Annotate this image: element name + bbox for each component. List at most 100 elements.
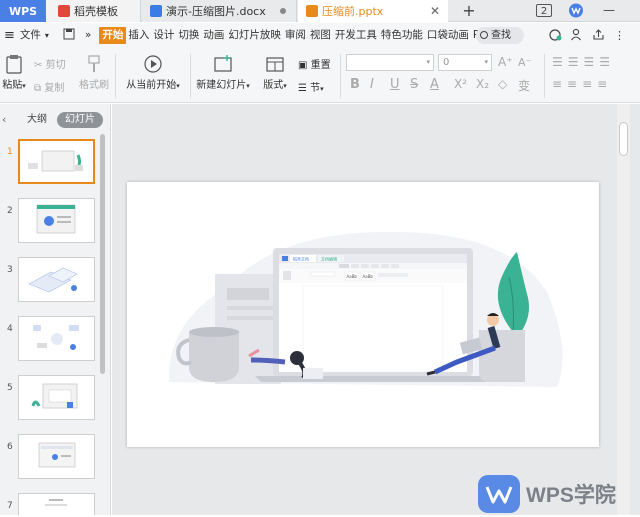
ribbon-divider	[115, 54, 116, 98]
decrease-font-icon[interactable]: A⁻	[518, 56, 531, 69]
chevron-down-icon: ▾	[426, 58, 430, 66]
search-button[interactable]: 查找	[476, 27, 524, 44]
menu-animation[interactable]: 动画	[201, 23, 226, 48]
slide-number: 3	[7, 265, 13, 275]
dropdown-arrow-icon[interactable]: ▾	[45, 31, 49, 40]
title-bar: WPS 稻壳模板 演示-压缩图片.docx 压缩前.pptx ✕ + 2 —	[0, 0, 640, 22]
search-icon	[480, 31, 488, 39]
clear-format-icon[interactable]: ◇	[498, 77, 507, 91]
start-from-current-label: 从当前开始	[126, 80, 177, 91]
menu-transition[interactable]: 切换	[176, 23, 201, 48]
slide-number: 2	[7, 206, 13, 216]
more-options-icon[interactable]: ⋮	[614, 29, 625, 42]
slide-thumbnail[interactable]	[18, 257, 95, 302]
increase-font-icon[interactable]: A⁺	[498, 55, 513, 69]
slide-thumbnail[interactable]	[18, 375, 95, 420]
section-button[interactable]: ☰ 节▾	[298, 79, 324, 94]
subscript-icon[interactable]: X₂	[476, 77, 489, 91]
slide-illustration: 稻壳文档 文档编辑 AaBb AaBb	[168, 231, 563, 387]
collaborator-icon[interactable]	[570, 28, 583, 44]
new-tab-button[interactable]: +	[458, 0, 480, 22]
close-tab-icon[interactable]: ✕	[430, 4, 440, 18]
change-case-button[interactable]: 变	[518, 77, 530, 94]
list-format-icons[interactable]: ☰☰☰☰	[552, 55, 615, 69]
slide-thumbnail[interactable]	[18, 316, 95, 361]
tab-outline[interactable]: 大纲	[22, 112, 52, 128]
search-label: 查找	[491, 30, 511, 41]
start-from-current-button[interactable]: 从当前开始▾	[122, 54, 184, 91]
mock-tab-2: 文档编辑	[321, 256, 337, 262]
underline-button[interactable]: U	[390, 77, 400, 92]
mock-style-2: AaBb	[363, 274, 374, 279]
align-icons[interactable]: ≡≡≡≡	[552, 77, 612, 91]
menu-pocket-animation[interactable]: 口袋动画	[425, 23, 471, 48]
slide-number: 1	[7, 147, 13, 157]
menu-developer[interactable]: 开发工具	[333, 23, 379, 48]
slide-number: 6	[7, 442, 13, 452]
mock-tab-1: 稻壳文档	[293, 256, 309, 262]
watermark-text: WPS学院	[526, 483, 616, 507]
minimize-icon[interactable]: —	[602, 3, 616, 18]
tab-label: 稻壳模板	[74, 5, 118, 18]
word-doc-icon	[150, 5, 162, 17]
new-slide-button[interactable]: 新建幻灯片▾	[194, 54, 252, 91]
copy-button[interactable]: ⧉ 复制	[34, 79, 64, 94]
save-icon[interactable]	[63, 28, 75, 43]
slide-editing-area[interactable]: 稻壳文档 文档编辑 AaBb AaBb	[112, 104, 640, 515]
layout-label: 版式	[263, 80, 284, 91]
slides-panel: ‹ 大纲 幻灯片 1 2 3 4 5 6 7	[0, 104, 111, 515]
presentation-icon	[306, 5, 318, 17]
ribbon-toolbar: 粘贴▾ ✂ 剪切 ⧉ 复制 格式刷 从当前开始▾ 新建幻灯片▾ 版式▾ ▣ 重置…	[0, 48, 640, 103]
format-painter-label: 格式刷	[79, 80, 109, 91]
font-color-button[interactable]: A	[430, 77, 439, 92]
share-icon[interactable]	[592, 28, 605, 44]
slide-thumbnail[interactable]	[18, 493, 95, 515]
menu-features[interactable]: 特色功能	[379, 23, 425, 48]
superscript-icon[interactable]: X²	[454, 77, 467, 91]
menu-insert[interactable]: 插入	[126, 23, 151, 48]
menu-slideshow[interactable]: 幻灯片放映	[226, 23, 283, 48]
cut-label: 剪切	[45, 60, 66, 71]
copy-icon: ⧉	[34, 83, 42, 94]
format-painter-button[interactable]: 格式刷	[78, 54, 110, 91]
paste-button[interactable]: 粘贴▾	[2, 54, 26, 91]
daoke-icon	[58, 5, 70, 17]
menu-view[interactable]: 视图	[308, 23, 333, 48]
collapse-panel-icon[interactable]: ‹	[2, 113, 6, 126]
menu-home[interactable]: 开始	[99, 27, 127, 44]
panel-scrollbar[interactable]	[100, 134, 105, 374]
section-icon: ☰	[298, 83, 307, 94]
cloud-sync-icon[interactable]	[548, 28, 562, 44]
tab-pptx-document[interactable]: 压缩前.pptx ✕	[298, 0, 448, 22]
wps-logo-icon[interactable]	[568, 3, 584, 18]
canvas-scrollbar-thumb[interactable]	[619, 122, 628, 156]
tab-label: 演示-压缩图片.docx	[166, 5, 266, 18]
file-menu[interactable]: 文件	[18, 23, 43, 48]
strikethrough-button[interactable]: S	[410, 77, 418, 92]
tab-daoke-templates[interactable]: 稻壳模板	[46, 0, 141, 22]
slide-thumbnail[interactable]	[18, 434, 95, 479]
slide-thumbnail[interactable]	[18, 139, 95, 184]
slide-number: 7	[7, 501, 13, 511]
cut-button[interactable]: ✂ 剪切	[34, 56, 66, 71]
menu-design[interactable]: 设计	[151, 23, 176, 48]
layout-button[interactable]: 版式▾	[260, 54, 290, 91]
slide-thumbnail[interactable]	[18, 198, 95, 243]
app-home-tab[interactable]: WPS	[0, 0, 46, 22]
italic-button[interactable]: I	[370, 77, 374, 92]
tab-docx-document[interactable]: 演示-压缩图片.docx	[142, 0, 297, 22]
bold-button[interactable]: B	[350, 77, 360, 92]
app-home-label: WPS	[8, 4, 38, 18]
menu-review[interactable]: 审阅	[283, 23, 308, 48]
current-slide[interactable]: 稻壳文档 文档编辑 AaBb AaBb	[127, 182, 599, 447]
unsaved-dot-icon	[280, 8, 286, 14]
window-count-badge[interactable]: 2	[536, 4, 552, 17]
hamburger-icon[interactable]: ≡	[4, 28, 15, 43]
font-family-select[interactable]: ▾	[346, 54, 434, 71]
more-menu-icon[interactable]: »	[83, 23, 93, 48]
reset-button[interactable]: ▣ 重置	[298, 56, 331, 71]
ribbon-divider	[190, 54, 191, 98]
tab-slides[interactable]: 幻灯片	[57, 112, 103, 128]
font-size-select[interactable]: 0 ▾	[438, 54, 492, 71]
scissors-icon: ✂	[34, 60, 43, 71]
